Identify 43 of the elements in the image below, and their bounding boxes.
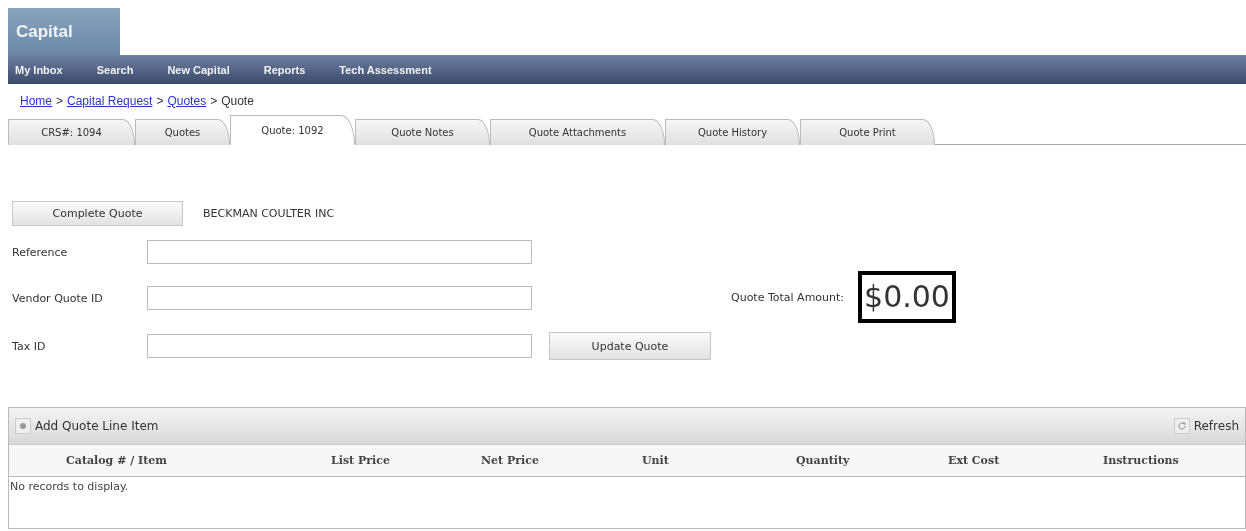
- breadcrumb-separator: >: [210, 94, 218, 110]
- breadcrumb-current: Quote: [221, 94, 254, 110]
- column-header[interactable]: Net Price: [481, 454, 642, 467]
- tab[interactable]: Quotes: [135, 119, 230, 145]
- total-amount: $0.00: [858, 271, 956, 323]
- breadcrumb-link[interactable]: Capital Request: [67, 94, 153, 110]
- refresh-icon: [1173, 418, 1190, 434]
- tab[interactable]: Quote: 1092: [230, 115, 355, 145]
- tab[interactable]: Quote Notes: [355, 119, 490, 145]
- breadcrumb-link[interactable]: Home: [20, 94, 52, 110]
- tab[interactable]: CRS#: 1094: [8, 119, 135, 145]
- column-header[interactable]: Unit: [642, 454, 796, 467]
- vendor-name: BECKMAN COULTER INC: [203, 207, 335, 220]
- input-field[interactable]: [147, 240, 532, 264]
- plus-icon: [15, 418, 31, 434]
- column-header[interactable]: List Price: [331, 454, 481, 467]
- field-label: Tax ID: [12, 339, 47, 353]
- input-field[interactable]: [147, 286, 532, 310]
- tab[interactable]: Quote History: [665, 119, 800, 145]
- column-header[interactable]: Quantity: [796, 454, 948, 467]
- tab[interactable]: Quote Print: [800, 119, 935, 145]
- total-label: Quote Total Amount:: [731, 290, 845, 304]
- field-label: Vendor Quote ID: [12, 291, 104, 305]
- nav-link[interactable]: Tech Assessment: [332, 63, 439, 76]
- complete-quote-button[interactable]: Complete Quote: [12, 201, 183, 226]
- column-header[interactable]: Catalog # / Item: [66, 454, 331, 467]
- tab[interactable]: Quote Attachments: [490, 119, 665, 145]
- column-header[interactable]: Instructions: [1103, 454, 1245, 467]
- nav-link[interactable]: Reports: [256, 63, 313, 76]
- app-title: Capital: [8, 8, 120, 55]
- breadcrumb-link[interactable]: Quotes: [167, 94, 207, 110]
- empty-message: No records to display.: [9, 479, 130, 493]
- nav-link[interactable]: New Capital: [160, 63, 237, 76]
- add-line-item-button[interactable]: Add Quote Line Item: [13, 416, 161, 436]
- input-field[interactable]: [147, 334, 532, 358]
- update-quote-button[interactable]: Update Quote: [549, 332, 711, 360]
- breadcrumb-separator: >: [156, 94, 164, 110]
- nav-link[interactable]: Search: [89, 63, 141, 76]
- refresh-button[interactable]: Refresh: [1171, 416, 1241, 436]
- field-label: Reference: [12, 245, 69, 259]
- nav-link[interactable]: My Inbox: [8, 63, 70, 76]
- breadcrumb-separator: >: [56, 94, 64, 110]
- column-header[interactable]: Ext Cost: [948, 454, 1103, 467]
